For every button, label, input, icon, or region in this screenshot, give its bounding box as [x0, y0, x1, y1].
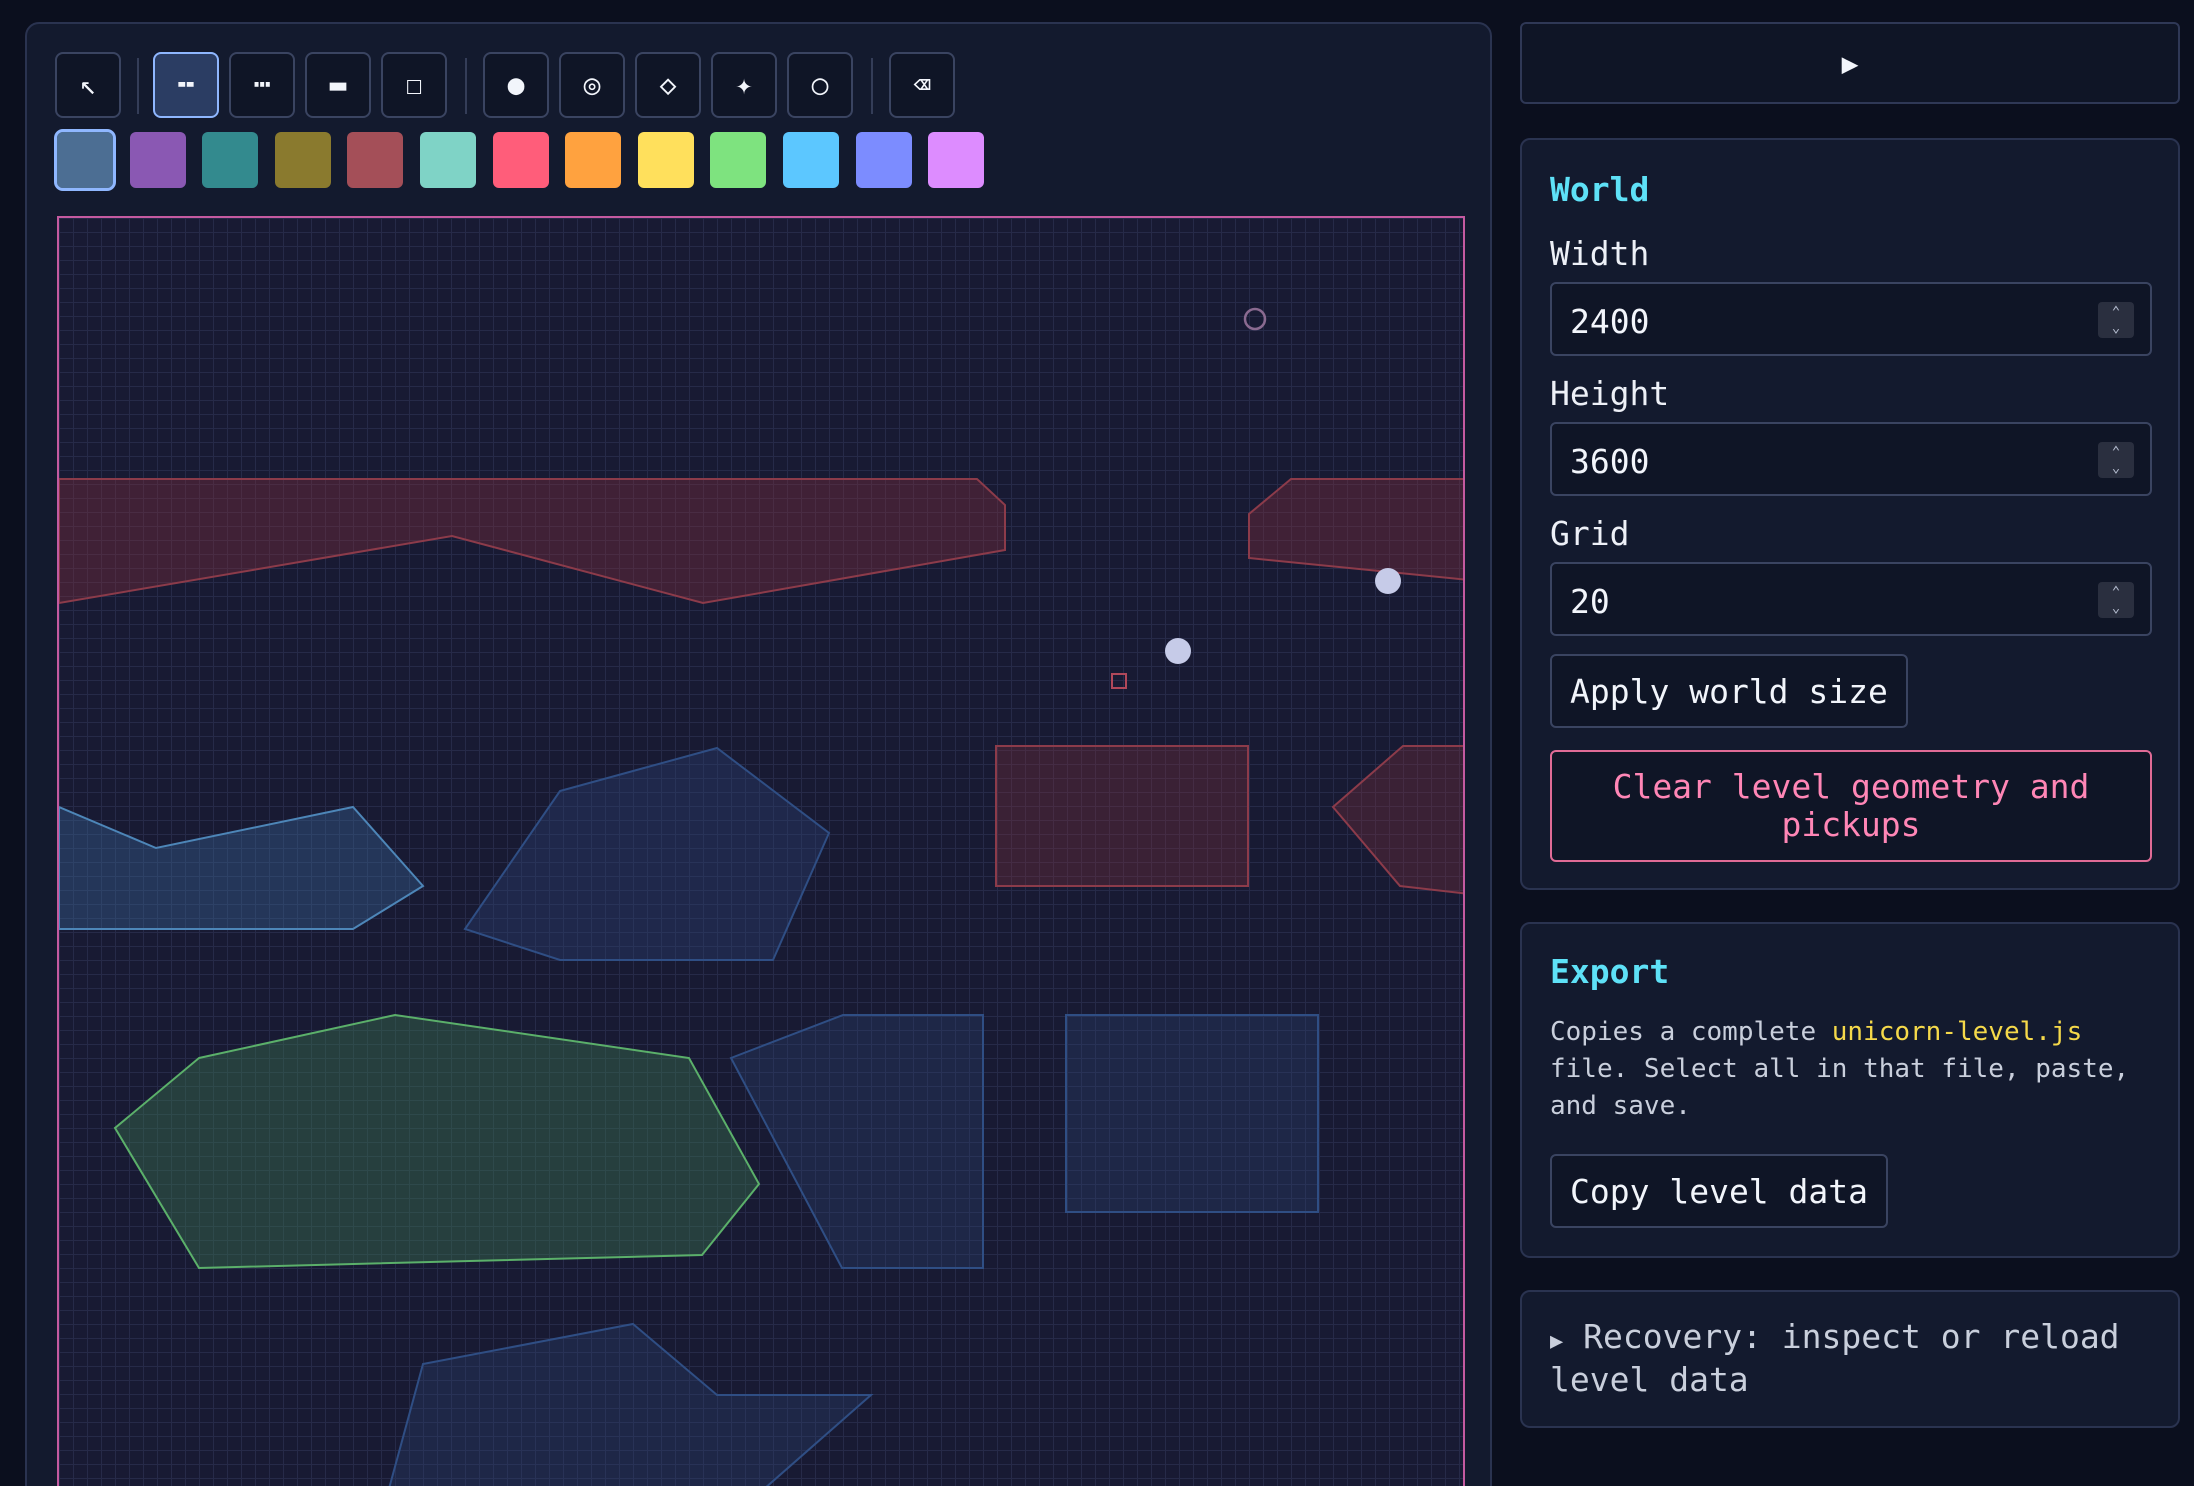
color-swatch[interactable] [855, 132, 912, 188]
cursor-arrow-icon: ↖ [79, 68, 97, 101]
height-value: 3600 [1570, 442, 1650, 481]
green-platform[interactable] [113, 1013, 761, 1270]
recovery-label: Recovery: inspect or reload level data [1550, 1317, 2120, 1399]
color-swatch[interactable] [54, 129, 116, 191]
export-text-part: Copies a complete [1550, 1017, 1832, 1047]
play-button[interactable]: ▶ [1520, 22, 2180, 104]
hollow-circle-icon: ○ [811, 68, 829, 101]
pickup-orb[interactable] [1165, 638, 1191, 664]
color-swatch[interactable] [492, 132, 549, 188]
color-swatch[interactable] [274, 132, 331, 188]
export-panel: Export Copies a complete unicorn-level.j… [1520, 922, 2180, 1258]
target-tool-button[interactable]: ◎ [559, 52, 625, 118]
pickup-ring[interactable] [1243, 307, 1267, 331]
recovery-panel[interactable]: ▶ Recovery: inspect or reload level data [1520, 1290, 2180, 1428]
sparkle-icon: ✦ [735, 68, 753, 101]
clear-level-button[interactable]: Clear level geometry and pickups [1550, 750, 2152, 862]
export-title: Export [1550, 952, 1670, 991]
color-swatch[interactable] [783, 132, 839, 188]
grid-label: Grid [1550, 514, 1630, 553]
chevron-updown-icon: ⌃ ⌄ [2111, 584, 2121, 616]
toolbar-divider [465, 58, 467, 114]
target-icon: ◎ [583, 68, 601, 101]
backspace-icon: ⌫ [913, 68, 931, 101]
navy-platform[interactable] [463, 746, 831, 961]
toolbar-divider [871, 58, 873, 114]
navy-platform[interactable] [729, 1014, 984, 1269]
platform-tool-button[interactable]: ╍ [153, 52, 219, 118]
rectangle-tool-button[interactable]: ☐ [381, 52, 447, 118]
level-canvas[interactable] [57, 216, 1465, 1486]
toolbar-divider [137, 58, 139, 114]
dot-tool-button[interactable]: ● [483, 52, 549, 118]
world-panel: World Width 2400 ⌃ ⌄ Height 3600 ⌃ ⌄ Grid … [1520, 138, 2180, 890]
navy-platform[interactable] [381, 1322, 874, 1486]
apply-world-size-button[interactable]: Apply world size [1550, 654, 1908, 728]
height-label: Height [1550, 374, 1670, 413]
platform-icon: ╍ [177, 68, 195, 101]
red-block[interactable] [995, 745, 1249, 887]
level-editor-panel: ↖ ╍ ┅ ▬ ☐ ● ◎ ◇ ✦ ○ ⌫ [25, 22, 1492, 1486]
star-tool-button[interactable]: ✦ [711, 52, 777, 118]
dashed-platform-tool-button[interactable]: ┅ [229, 52, 295, 118]
export-filename: unicorn-level.js [1831, 1017, 2083, 1047]
erase-tool-button[interactable]: ⌫ [889, 52, 955, 118]
circle-tool-button[interactable]: ○ [787, 52, 853, 118]
recovery-toggle[interactable]: ▶ Recovery: inspect or reload level data [1550, 1318, 2150, 1399]
disclosure-triangle-icon: ▶ [1550, 1329, 1564, 1354]
solid-bar-icon: ▬ [329, 68, 347, 101]
copy-level-data-button[interactable]: Copy level data [1550, 1154, 1889, 1228]
dashed-line-icon: ┅ [253, 68, 271, 101]
color-swatch[interactable] [928, 132, 985, 188]
color-swatch[interactable] [129, 132, 186, 188]
color-swatch[interactable] [202, 132, 259, 188]
navy-block[interactable] [1065, 1014, 1319, 1213]
diamond-tool-button[interactable]: ◇ [635, 52, 701, 118]
width-label: Width [1550, 234, 1650, 273]
height-spinner[interactable]: ⌃ ⌄ [2098, 442, 2134, 478]
chevron-updown-icon: ⌃ ⌄ [2111, 304, 2121, 336]
grid-input[interactable]: 20 ⌃ ⌄ [1550, 562, 2152, 636]
diamond-icon: ◇ [659, 68, 677, 101]
red-platform[interactable] [59, 478, 1006, 605]
color-swatch[interactable] [710, 132, 767, 188]
blue-platform[interactable] [59, 805, 425, 930]
grid-spinner[interactable]: ⌃ ⌄ [2098, 582, 2134, 618]
grid-value: 20 [1570, 582, 1610, 621]
height-input[interactable]: 3600 ⌃ ⌄ [1550, 422, 2152, 496]
width-value: 2400 [1570, 302, 1650, 341]
width-input[interactable]: 2400 ⌃ ⌄ [1550, 282, 2152, 356]
export-text-part: file. Select all in that file, paste, an… [1550, 1054, 2130, 1121]
pickup-orb[interactable] [1375, 568, 1401, 594]
red-platform[interactable] [1331, 745, 1465, 895]
chevron-updown-icon: ⌃ ⌄ [2111, 444, 2121, 476]
color-swatch[interactable] [565, 132, 622, 188]
red-platform[interactable] [1248, 478, 1465, 581]
color-swatch[interactable] [420, 132, 476, 188]
spawn-marker[interactable] [1111, 673, 1127, 689]
export-description: Copies a complete unicorn-level.js file.… [1550, 1014, 2160, 1125]
level-geometry[interactable] [59, 218, 1465, 1486]
select-tool-button[interactable]: ↖ [55, 52, 121, 118]
filled-circle-icon: ● [507, 68, 525, 101]
world-title: World [1550, 170, 1650, 209]
play-icon: ▶ [1841, 46, 1859, 80]
width-spinner[interactable]: ⌃ ⌄ [2098, 302, 2134, 338]
solid-platform-tool-button[interactable]: ▬ [305, 52, 371, 118]
square-icon: ☐ [405, 68, 423, 101]
color-swatch[interactable] [347, 132, 404, 188]
color-swatch[interactable] [637, 132, 694, 188]
